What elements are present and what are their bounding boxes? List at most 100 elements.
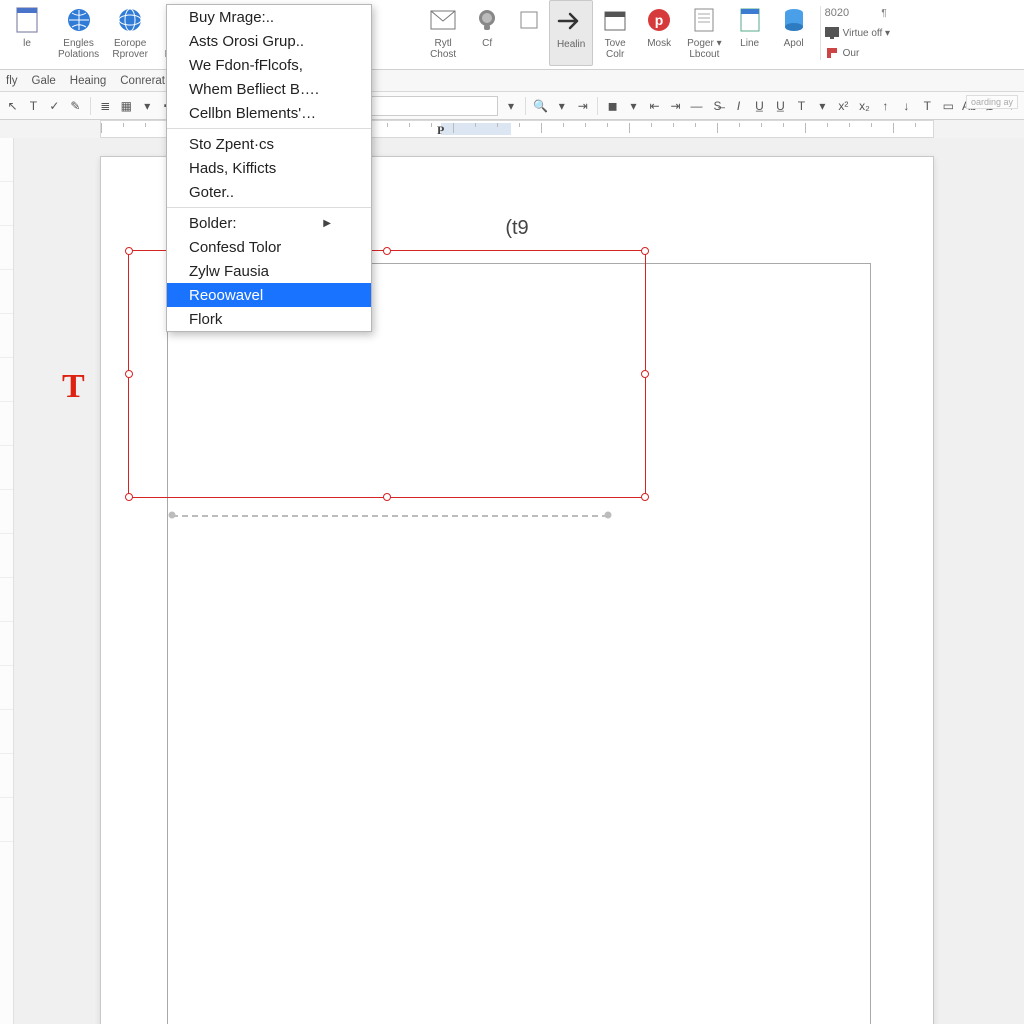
- handle-w[interactable]: [125, 370, 133, 378]
- menu-item[interactable]: Goter..: [167, 180, 371, 204]
- ribbon-label: Rytl: [435, 38, 452, 49]
- menu-item[interactable]: Whem Befliect B….: [167, 77, 371, 101]
- menu-item[interactable]: Hads, Kifficts: [167, 156, 371, 180]
- our-toggle[interactable]: Our: [825, 44, 891, 62]
- ribbon-label: Eorope: [114, 38, 146, 49]
- tool-dd-icon[interactable]: ▾: [625, 96, 642, 116]
- subtab-gale[interactable]: Gale: [32, 75, 56, 87]
- handle-s[interactable]: [383, 493, 391, 501]
- tool-text-icon[interactable]: T: [25, 96, 42, 116]
- menu-item[interactable]: Sto Zpent·cs: [167, 132, 371, 156]
- page-header: (t9: [505, 217, 528, 240]
- ribbon-btn-line[interactable]: Line: [728, 0, 772, 66]
- handle-n[interactable]: [383, 247, 391, 255]
- flag-mini-icon: [825, 46, 839, 60]
- ribbon: le Engles Polations Eorope Rprover Hedle…: [0, 0, 1024, 70]
- ribbon-btn-engles[interactable]: Engles Polations: [52, 0, 105, 66]
- ribbon-label: Tove: [605, 38, 626, 49]
- text-tool-glyph: T: [62, 368, 85, 406]
- ribbon-label: Cf: [482, 38, 492, 49]
- tool-up-icon[interactable]: ↑: [877, 96, 894, 116]
- pilcrow-icon[interactable]: ¶: [877, 6, 891, 20]
- menu-separator: [167, 128, 371, 129]
- tool-search-icon[interactable]: 🔍: [532, 96, 549, 116]
- page-icon: [690, 6, 718, 34]
- ribbon-label: Apol: [784, 38, 804, 49]
- ribbon-side-group: 8020 ¶ Virtue off ▾ Our: [825, 0, 891, 62]
- separator: [525, 97, 526, 115]
- side-top-value: 8020: [825, 7, 849, 19]
- ribbon-btn-tove[interactable]: Tove Colr: [593, 0, 637, 66]
- menu-item-highlighted[interactable]: Reoowavel: [167, 283, 371, 307]
- tool-paint-icon[interactable]: ✎: [67, 96, 84, 116]
- tool-drop-icon[interactable]: ▾: [139, 96, 156, 116]
- menu-item-submenu[interactable]: Bolder:▶: [167, 211, 371, 235]
- tool-list-icon[interactable]: ≣: [97, 96, 114, 116]
- subtab-conrerat[interactable]: Conrerat: [120, 75, 165, 87]
- font-drop-icon[interactable]: ▾: [502, 96, 519, 116]
- tool-dd2-icon[interactable]: ▾: [814, 96, 831, 116]
- virtue-toggle[interactable]: Virtue off ▾: [825, 24, 891, 42]
- vertical-toolstrip[interactable]: [0, 138, 14, 1024]
- wrap-dot-left: [169, 512, 176, 519]
- menu-item[interactable]: Cellbn Blements'…: [167, 101, 371, 125]
- workspace: T (t9: [0, 138, 1024, 1024]
- tool-line-icon[interactable]: ―: [688, 96, 705, 116]
- ribbon-sublabel: Rprover: [112, 49, 148, 60]
- subtab-heaing[interactable]: Heaing: [70, 75, 106, 87]
- handle-ne[interactable]: [641, 247, 649, 255]
- tool-strike-icon[interactable]: S̶: [709, 96, 726, 116]
- tool-italic-icon[interactable]: I: [730, 96, 747, 116]
- indent-marker[interactable]: P: [437, 123, 444, 138]
- globe-icon: [65, 6, 93, 34]
- tool-under-icon[interactable]: U̲: [751, 96, 768, 116]
- tool-image-icon[interactable]: ▦: [118, 96, 135, 116]
- handle-nw[interactable]: [125, 247, 133, 255]
- tool-indent-icon[interactable]: ⇥: [574, 96, 591, 116]
- handle-sw[interactable]: [125, 493, 133, 501]
- tool-down2-icon[interactable]: ↓: [898, 96, 915, 116]
- ribbon-label: Line: [740, 38, 759, 49]
- tool-outdent-icon[interactable]: ⇤: [646, 96, 663, 116]
- ribbon-btn-eorope[interactable]: Eorope Rprover: [105, 0, 155, 66]
- ribbon-btn-apol[interactable]: Apol: [772, 0, 816, 66]
- arrow-right-icon: [557, 7, 585, 35]
- ribbon-btn-poger[interactable]: Poger ▾ Lbcout: [681, 0, 727, 66]
- handle-se[interactable]: [641, 493, 649, 501]
- menu-item[interactable]: Zylw Fausia: [167, 259, 371, 283]
- subtab-fly[interactable]: fly: [6, 75, 18, 87]
- menu-item[interactable]: Confesd Tolor: [167, 235, 371, 259]
- tool-u2-icon[interactable]: U̲: [772, 96, 789, 116]
- ribbon-label: Engles: [63, 38, 94, 49]
- menu-item[interactable]: Flork: [167, 307, 371, 331]
- tool-indent2-icon[interactable]: ⇥: [667, 96, 684, 116]
- ribbon-btn-mosk[interactable]: p Mosk: [637, 0, 681, 66]
- ribbon-btn-cf[interactable]: Cf: [465, 0, 509, 66]
- tool-sup-icon[interactable]: x²: [835, 96, 852, 116]
- tool-text2-icon[interactable]: T: [793, 96, 810, 116]
- menu-item[interactable]: Asts Orosi Grup..: [167, 29, 371, 53]
- ribbon-btn-box[interactable]: [509, 0, 549, 66]
- menu-item[interactable]: We Fdon‑fFlcofs,: [167, 53, 371, 77]
- ribbon-btn-le[interactable]: le: [2, 0, 52, 66]
- ribbon-btn-rytl[interactable]: Rytl Chost: [421, 0, 465, 66]
- tool-sub-icon[interactable]: x₂: [856, 96, 873, 116]
- tool-fill-icon[interactable]: ◼: [604, 96, 621, 116]
- subtab-bar: fly Gale Heaing Conrerat: [0, 70, 1024, 92]
- menu-separator: [167, 207, 371, 208]
- our-label: Our: [843, 48, 860, 59]
- screen-icon: [825, 26, 839, 40]
- tool-box-icon[interactable]: ▭: [940, 96, 957, 116]
- cylinder-icon: [780, 6, 808, 34]
- tool-cursor-icon[interactable]: ↖: [4, 96, 21, 116]
- ribbon-btn-healin[interactable]: Healin: [549, 0, 593, 66]
- tool-down-icon[interactable]: ▾: [553, 96, 570, 116]
- square-icon: [515, 6, 543, 34]
- tool-check-icon[interactable]: ✓: [46, 96, 63, 116]
- ribbon-sublabel: Polations: [58, 49, 99, 60]
- menu-item[interactable]: Buy Mrage:..: [167, 5, 371, 29]
- ribbon-label: Healin: [557, 39, 585, 50]
- ribbon-sublabel: Colr: [606, 49, 624, 60]
- tool-t2-icon[interactable]: T: [919, 96, 936, 116]
- handle-e[interactable]: [641, 370, 649, 378]
